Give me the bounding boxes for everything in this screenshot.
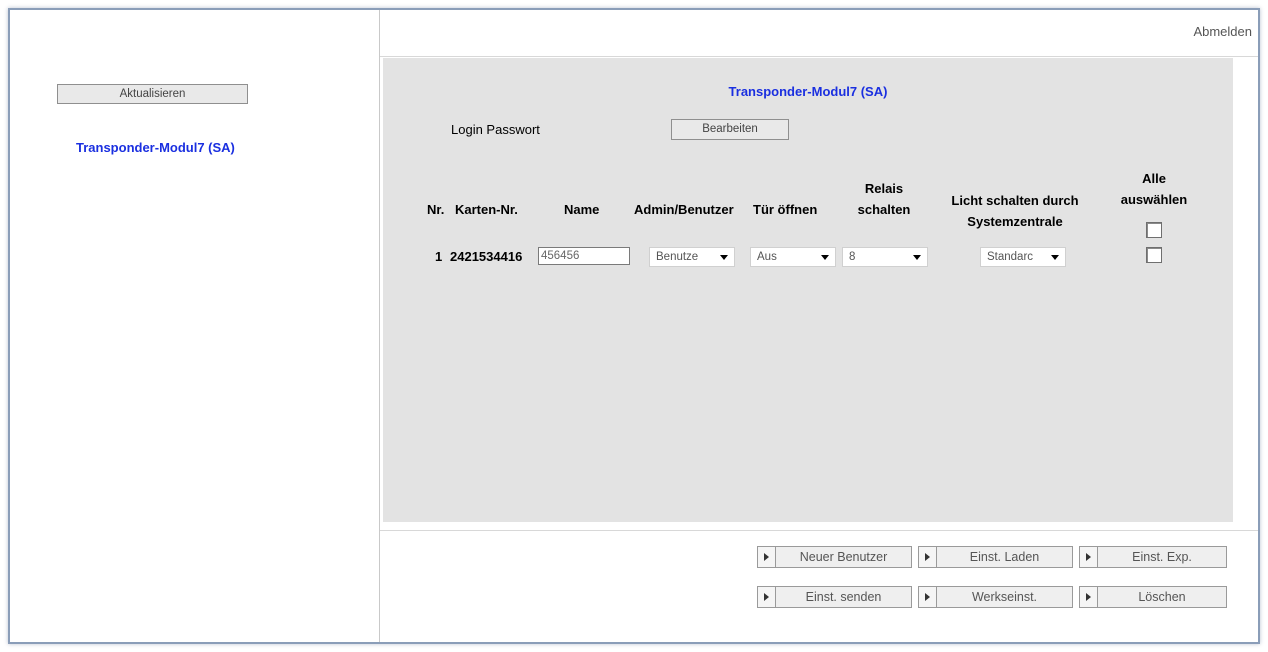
row-role-select[interactable]: Benutze [649,247,735,267]
play-arrow-icon [758,547,776,567]
footer-divider [380,530,1258,531]
settings-panel: Transponder-Modul7 (SA) Login Passwort B… [383,58,1233,522]
load-settings-label: Einst. Laden [969,550,1040,564]
header-divider [380,56,1258,57]
sidebar: Aktualisieren Transponder-Modul7 (SA) [10,10,380,642]
row-nr: 1 [435,249,443,264]
col-header-relay-line1: Relais [864,181,904,196]
chevron-down-icon [821,255,829,260]
play-arrow-icon [758,587,776,607]
col-header-name: Name [564,202,600,217]
row-card-number: 2421534416 [450,249,523,264]
col-header-light-line2: Systemzentrale [967,214,1063,229]
panel-title: Transponder-Modul7 (SA) [728,84,888,99]
chevron-down-icon [1051,255,1059,260]
refresh-button[interactable]: Aktualisieren [57,84,248,104]
delete-button[interactable]: Löschen [1079,586,1227,608]
col-header-nr: Nr. [427,202,445,217]
row-relay-select[interactable]: 8 [842,247,928,267]
col-header-role: Admin/Benutzer [634,202,734,217]
export-settings-button[interactable]: Einst. Exp. [1079,546,1227,568]
sidebar-module-link[interactable]: Transponder-Modul7 (SA) [76,140,235,155]
row-role-value: Benutze [656,251,699,263]
play-arrow-icon [919,547,937,567]
factory-settings-label: Werkseinst. [971,590,1038,604]
chevron-down-icon [913,255,921,260]
chevron-down-icon [720,255,728,260]
new-user-button[interactable]: Neuer Benutzer [757,546,912,568]
col-header-select-all-line1: Alle [1142,171,1166,186]
play-arrow-icon [919,587,937,607]
load-settings-button[interactable]: Einst. Laden [918,546,1073,568]
row-door-select[interactable]: Aus [750,247,836,267]
login-password-label: Login Passwort [451,122,540,137]
col-header-select-all: Alle auswählen [1115,168,1193,210]
send-settings-button[interactable]: Einst. senden [757,586,912,608]
col-header-door: Tür öffnen [753,202,818,217]
row-name-input[interactable] [538,247,630,265]
export-settings-label: Einst. Exp. [1132,550,1192,564]
app-frame: Aktualisieren Transponder-Modul7 (SA) Ab… [8,8,1260,644]
select-all-checkbox[interactable] [1146,222,1162,238]
col-header-card: Karten-Nr. [455,202,518,217]
play-arrow-icon [1080,547,1098,567]
col-header-select-all-line2: auswählen [1120,192,1188,207]
row-door-value: Aus [757,251,777,263]
row-relay-value: 8 [849,251,856,263]
send-settings-label: Einst. senden [805,590,882,604]
col-header-light-line1: Licht schalten durch [951,193,1079,208]
col-header-light: Licht schalten durch Systemzentrale [935,190,1095,232]
row-select-checkbox[interactable] [1146,247,1162,263]
row-light-select[interactable]: Standarc [980,247,1066,267]
factory-settings-button[interactable]: Werkseinst. [918,586,1073,608]
play-arrow-icon [1080,587,1098,607]
col-header-relay-line2: schalten [857,202,911,217]
logout-link[interactable]: Abmelden [1193,24,1252,39]
new-user-label: Neuer Benutzer [799,550,888,564]
col-header-relay: Relais schalten [851,178,917,220]
row-light-value: Standarc [987,251,1034,263]
delete-label: Löschen [1138,590,1186,604]
edit-password-button[interactable]: Bearbeiten [671,119,789,140]
